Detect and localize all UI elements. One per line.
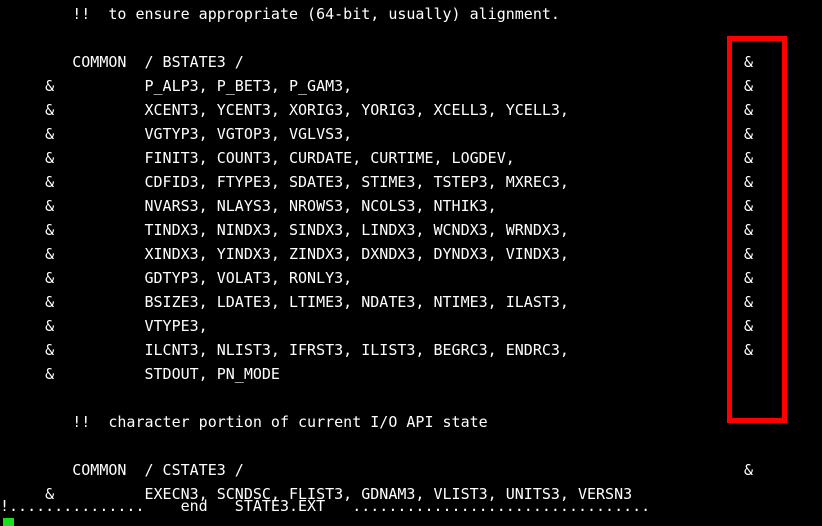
code-line-text: !! to ensure appropriate (64-bit, usuall…: [0, 5, 560, 23]
line-continuation-marker: &: [744, 53, 754, 71]
code-line-text: COMMON / CSTATE3 /: [0, 461, 244, 479]
code-line-text: & XCENT3, YCENT3, XORIG3, YORIG3, XCELL3…: [0, 101, 569, 119]
code-line-text: COMMON / BSTATE3 /: [0, 53, 244, 71]
code-line: & P_ALP3, P_BET3, P_GAM3, &: [0, 74, 822, 98]
line-continuation-marker: &: [744, 77, 754, 95]
code-line: & BSIZE3, LDATE3, LTIME3, NDATE3, NTIME3…: [0, 290, 822, 314]
code-line: !! character portion of current I/O API …: [0, 410, 822, 434]
code-line: & FINIT3, COUNT3, CURDATE, CURTIME, LOGD…: [0, 146, 822, 170]
code-line-text: & CDFID3, FTYPE3, SDATE3, STIME3, TSTEP3…: [0, 173, 569, 191]
code-line: & VTYPE3, &: [0, 314, 822, 338]
code-line-text: & XINDX3, YINDX3, ZINDX3, DXNDX3, DYNDX3…: [0, 245, 569, 263]
line-continuation-marker: &: [744, 221, 754, 239]
code-viewport[interactable]: !! to ensure appropriate (64-bit, usuall…: [0, 0, 822, 503]
code-line: & CDFID3, FTYPE3, SDATE3, STIME3, TSTEP3…: [0, 170, 822, 194]
line-continuation-marker: &: [744, 125, 754, 143]
line-continuation-marker: &: [744, 341, 754, 359]
code-line: !! to ensure appropriate (64-bit, usuall…: [0, 2, 822, 26]
code-line: & XCENT3, YCENT3, XORIG3, YORIG3, XCELL3…: [0, 98, 822, 122]
code-line-text: & NVARS3, NLAYS3, NROWS3, NCOLS3, NTHIK3…: [0, 197, 497, 215]
status-line: !............... end STATE3.EXT ........…: [0, 497, 651, 515]
line-continuation-marker: &: [744, 149, 754, 167]
line-continuation-marker: &: [744, 245, 754, 263]
code-line: & TINDX3, NINDX3, SINDX3, LINDX3, WCNDX3…: [0, 218, 822, 242]
code-line: & GDTYP3, VOLAT3, RONLY3, &: [0, 266, 822, 290]
code-line: & XINDX3, YINDX3, ZINDX3, DXNDX3, DYNDX3…: [0, 242, 822, 266]
code-line-text: & ILCNT3, NLIST3, IFRST3, ILIST3, BEGRC3…: [0, 341, 569, 359]
code-line-text: & VTYPE3,: [0, 317, 208, 335]
code-line-text: & GDTYP3, VOLAT3, RONLY3,: [0, 269, 353, 287]
code-line-text: & P_ALP3, P_BET3, P_GAM3,: [0, 77, 353, 95]
code-line-text: & VGTYP3, VGTOP3, VGLVS3,: [0, 125, 353, 143]
line-continuation-marker: &: [744, 461, 754, 479]
code-line-text: & FINIT3, COUNT3, CURDATE, CURTIME, LOGD…: [0, 149, 515, 167]
line-continuation-marker: &: [744, 317, 754, 335]
line-continuation-marker: &: [744, 101, 754, 119]
code-line: & VGTYP3, VGTOP3, VGLVS3, &: [0, 122, 822, 146]
code-line: & ILCNT3, NLIST3, IFRST3, ILIST3, BEGRC3…: [0, 338, 822, 362]
text-cursor: [3, 518, 14, 526]
code-line-text: & BSIZE3, LDATE3, LTIME3, NDATE3, NTIME3…: [0, 293, 569, 311]
line-continuation-marker: &: [744, 269, 754, 287]
line-continuation-marker: &: [744, 173, 754, 191]
line-continuation-marker: &: [744, 293, 754, 311]
code-line: & STDOUT, PN_MODE: [0, 362, 822, 386]
terminal-screen[interactable]: !! to ensure appropriate (64-bit, usuall…: [0, 0, 822, 526]
line-continuation-marker: &: [744, 197, 754, 215]
code-line: COMMON / BSTATE3 / &: [0, 50, 822, 74]
code-line-text: & STDOUT, PN_MODE: [0, 365, 280, 383]
code-line: COMMON / CSTATE3 / &: [0, 458, 822, 482]
code-line-text: !! character portion of current I/O API …: [0, 413, 488, 431]
code-line-text: & TINDX3, NINDX3, SINDX3, LINDX3, WCNDX3…: [0, 221, 569, 239]
code-line: & NVARS3, NLAYS3, NROWS3, NCOLS3, NTHIK3…: [0, 194, 822, 218]
